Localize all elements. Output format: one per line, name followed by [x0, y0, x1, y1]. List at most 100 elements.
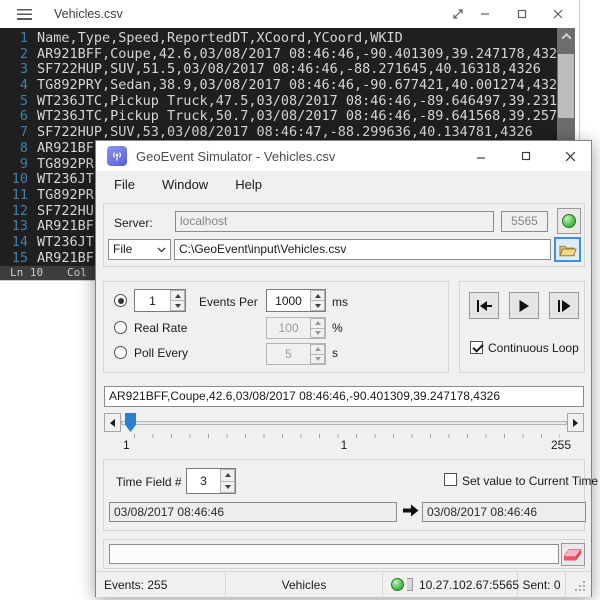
slider-right-arrow[interactable]: [567, 413, 584, 432]
line-text: WT236JTC,Pickup Truck,50.7,03/08/2017 08…: [28, 109, 557, 125]
line-text: SF722HUP,SUV,53,03/08/2017 08:46:47,-88.…: [28, 125, 533, 141]
spinner-down-icon[interactable]: [310, 329, 325, 339]
continuous-loop-label: Continuous Loop: [488, 341, 579, 355]
spinner-down-icon[interactable]: [310, 301, 325, 311]
maximize-icon[interactable]: [511, 4, 533, 24]
spinner-down-icon[interactable]: [310, 355, 325, 365]
resize-grip[interactable]: [575, 581, 577, 583]
sent-count-cell: Sent: 0: [518, 572, 566, 597]
slider-track[interactable]: [121, 421, 567, 425]
line-number: 12: [0, 204, 28, 220]
line-text: AR921BFF,Coupe,42.6,03/08/2017 08:46:46,…: [28, 47, 557, 63]
file-path-field[interactable]: C:\GeoEvent\input\Vehicles.csv: [174, 239, 551, 260]
line-text: AR921BF: [28, 141, 94, 157]
time-field-label: Time Field #: [116, 475, 182, 489]
play-button[interactable]: [509, 292, 539, 319]
line-text: WT236JT: [28, 235, 94, 251]
poll-spinner[interactable]: 5: [266, 343, 326, 365]
editor-line: 7SF722HUP,SUV,53,03/08/2017 08:46:47,-88…: [0, 125, 557, 141]
scrollbar-thumb[interactable]: [558, 54, 574, 118]
slider-left-arrow[interactable]: [104, 413, 121, 432]
source-type-dropdown[interactable]: File: [108, 239, 171, 260]
line-number: 10: [0, 172, 28, 188]
time-from-field[interactable]: 03/08/2017 08:46:46: [109, 502, 397, 522]
events-count-spinner[interactable]: 1: [134, 289, 186, 312]
slider-current-label: 1: [104, 438, 584, 452]
step-forward-icon: [557, 300, 571, 312]
menu-file[interactable]: File: [114, 177, 135, 192]
layer-name: Vehicles: [282, 578, 327, 592]
spinner-up-icon[interactable]: [310, 318, 325, 329]
line-number: 15: [0, 251, 28, 266]
menu-window[interactable]: Window: [162, 177, 208, 192]
editor-title: Vehicles.csv: [54, 7, 123, 21]
simulator-titlebar: GeoEvent Simulator - Vehicles.csv: [96, 141, 591, 171]
play-icon: [518, 300, 530, 312]
ms-unit-label: ms: [332, 295, 348, 309]
message-field[interactable]: [109, 544, 559, 564]
connection-address: 10.27.102.67:5565: [419, 578, 519, 592]
browse-button[interactable]: [554, 237, 581, 262]
line-number: 2: [0, 47, 28, 63]
line-number: 3: [0, 62, 28, 78]
clear-button[interactable]: [561, 543, 585, 566]
slider-thumb[interactable]: [125, 413, 136, 432]
hamburger-menu-icon[interactable]: [17, 9, 32, 20]
right-arrow-icon: [403, 504, 419, 517]
scroll-up-icon[interactable]: [557, 28, 575, 44]
current-event-field[interactable]: AR921BFF,Coupe,42.6,03/08/2017 08:46:46,…: [104, 386, 584, 407]
time-to-field[interactable]: 03/08/2017 08:46:46: [422, 502, 586, 522]
spinner-down-icon[interactable]: [170, 301, 185, 311]
events-count-cell: Events: 255: [96, 572, 226, 597]
rate-group: 1 Events Per 1000 ms Real Rate 100 % Pol…: [103, 281, 449, 373]
close-icon[interactable]: [548, 141, 593, 171]
close-icon[interactable]: [547, 4, 569, 24]
connected-icon: [562, 214, 576, 228]
events-count: Events: 255: [104, 578, 167, 592]
line-number: 4: [0, 78, 28, 94]
events-per-label: Events Per: [199, 295, 258, 309]
time-group: Time Field # 3 Set value to Current Time…: [103, 459, 585, 531]
spinner-up-icon[interactable]: [170, 290, 185, 301]
line-number: 6: [0, 109, 28, 125]
menu-help[interactable]: Help: [235, 177, 262, 192]
minimize-icon[interactable]: [474, 4, 496, 24]
server-host-field[interactable]: localhost: [175, 211, 494, 232]
geoevent-app-icon: [107, 146, 127, 166]
events-per-radio[interactable]: [114, 294, 127, 307]
skip-to-start-button[interactable]: [469, 292, 499, 319]
column-indicator: Col: [67, 266, 87, 280]
simulator-statusbar: Events: 255 Vehicles 10.27.102.67:5565 S…: [96, 571, 591, 597]
server-port-field[interactable]: 5565: [501, 211, 548, 232]
editor-line: 3SF722HUP,SUV,51.5,03/08/2017 08:46:46,-…: [0, 62, 557, 78]
line-number: 11: [0, 188, 28, 204]
time-field-spinner[interactable]: 3: [186, 468, 236, 494]
connect-button[interactable]: [557, 208, 581, 234]
server-group: Server: localhost 5565 File C:\GeoEvent\…: [103, 203, 585, 267]
seconds-unit-label: s: [332, 346, 338, 360]
real-rate-radio[interactable]: [114, 321, 127, 334]
set-current-time-checkbox[interactable]: [444, 473, 457, 486]
line-text: SF722HUP,SUV,51.5,03/08/2017 08:46:46,-8…: [28, 62, 541, 78]
editor-line: 6WT236JTC,Pickup Truck,50.7,03/08/2017 0…: [0, 109, 557, 125]
step-forward-button[interactable]: [549, 292, 579, 319]
spinner-up-icon[interactable]: [310, 290, 325, 301]
line-number: 7: [0, 125, 28, 141]
spinner-up-icon[interactable]: [220, 469, 235, 482]
menubar: File Window Help: [96, 171, 591, 198]
poll-every-radio[interactable]: [114, 346, 127, 359]
sent-count: Sent: 0: [522, 578, 560, 592]
maximize-icon[interactable]: [503, 141, 548, 171]
real-rate-spinner[interactable]: 100: [266, 317, 326, 339]
editor-titlebar: Vehicles.csv: [0, 0, 579, 28]
interval-spinner[interactable]: 1000: [266, 289, 326, 312]
expand-icon[interactable]: [447, 4, 469, 24]
spinner-down-icon[interactable]: [220, 482, 235, 494]
line-number: 14: [0, 235, 28, 251]
minimize-icon[interactable]: [458, 141, 503, 171]
poll-every-label: Poll Every: [134, 346, 188, 360]
continuous-loop-checkbox[interactable]: [470, 341, 483, 354]
spinner-up-icon[interactable]: [310, 344, 325, 355]
server-label: Server:: [114, 216, 153, 230]
event-position-slider[interactable]: [104, 413, 584, 432]
